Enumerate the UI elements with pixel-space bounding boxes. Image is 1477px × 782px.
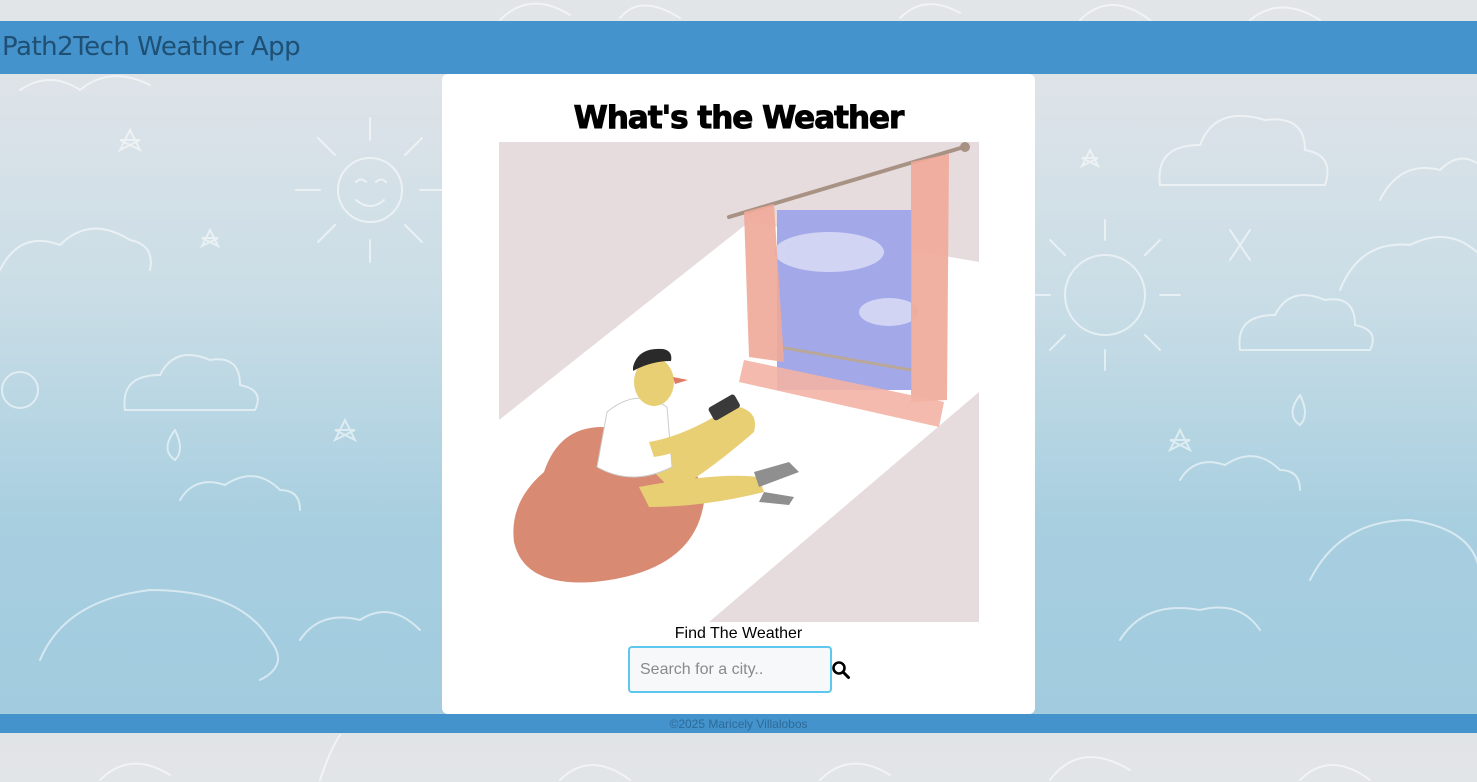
page-title: What's the Weather <box>573 100 905 137</box>
app-brand[interactable]: Path2Tech Weather App <box>2 32 301 62</box>
find-weather-label: Find The Weather <box>674 625 803 642</box>
city-search-input[interactable] <box>628 646 832 693</box>
person-looking-out-window-illustration <box>499 142 979 622</box>
navbar: Path2Tech Weather App <box>0 21 1477 74</box>
search-icon[interactable] <box>831 660 851 680</box>
footer-copyright: ©2025 Maricely Villalobos <box>669 717 808 731</box>
